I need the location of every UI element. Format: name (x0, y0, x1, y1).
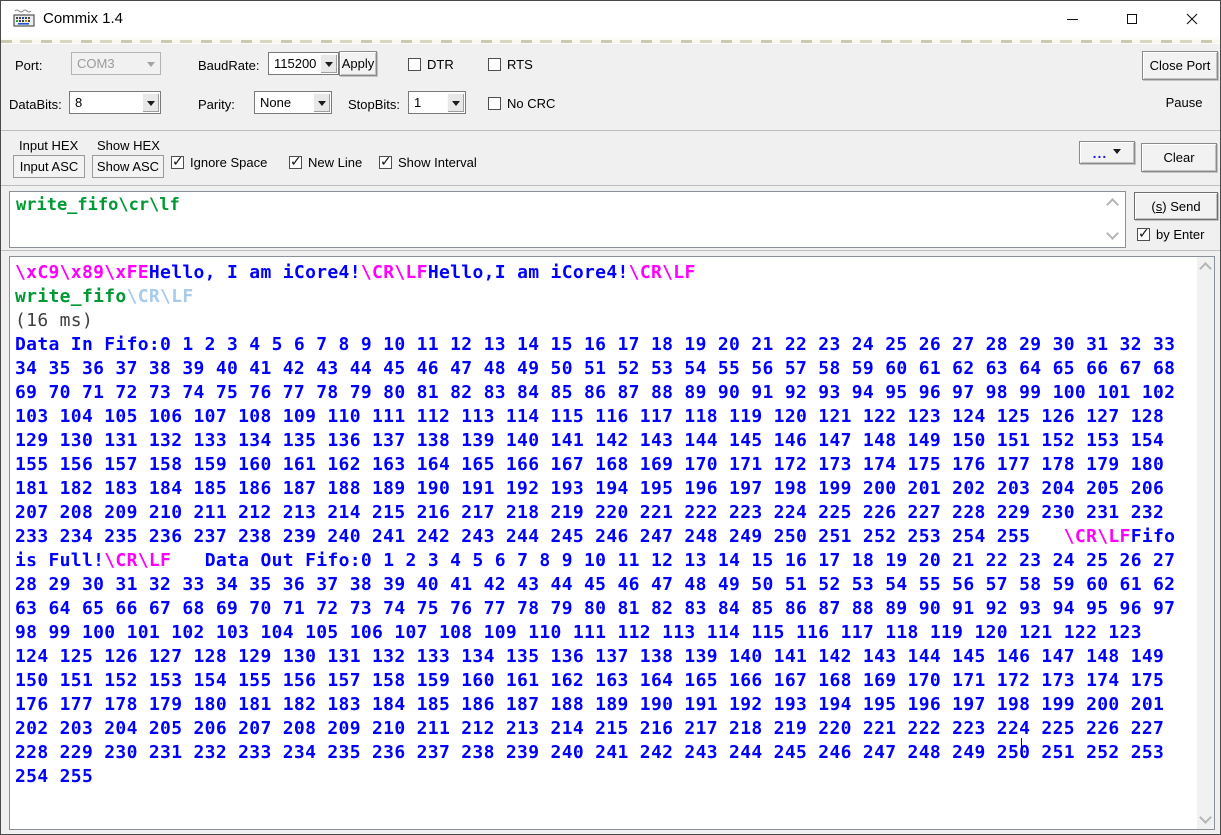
by-enter-label: by Enter (1156, 227, 1204, 242)
show-hex-toggle[interactable]: Show HEX (97, 137, 160, 154)
display-options-toolbar: Input HEX Input ASC Show HEX Show ASC Ig… (1, 132, 1220, 186)
minimize-icon (1067, 19, 1078, 20)
rts-checkbox-box[interactable] (488, 58, 501, 71)
send-input-text: write_fifo\cr\lf (16, 195, 180, 215)
rts-checkbox[interactable]: RTS (488, 57, 533, 72)
close-button[interactable] (1163, 1, 1221, 37)
port-settings-panel: Port: COM3 BaudRate: 115200 Apply DTR RT… (1, 44, 1220, 131)
send-button-label-post: ) Send (1162, 199, 1200, 214)
show-interval-label: Show Interval (398, 155, 477, 170)
scroll-down-icon[interactable] (1199, 811, 1212, 824)
scroll-up-icon[interactable] (1199, 262, 1212, 275)
parity-select[interactable]: None (254, 91, 332, 114)
pause-button[interactable]: Pause (1151, 91, 1217, 113)
dtr-checkbox-box[interactable] (408, 58, 421, 71)
apply-button[interactable]: Apply (339, 51, 377, 76)
show-asc-toggle[interactable]: Show ASC (92, 155, 164, 178)
output-scrollbar[interactable] (1197, 257, 1214, 829)
show-interval-checkbox[interactable]: Show Interval (379, 155, 477, 170)
ignore-space-checkbox-box[interactable] (171, 156, 184, 169)
output-panel: \xC9\x89\xFEHello, I am iCore4!\CR\LFHel… (1, 252, 1220, 835)
more-dropdown-icon (1113, 149, 1121, 158)
baudrate-label: BaudRate: (198, 58, 259, 73)
databits-select[interactable]: 8 (69, 91, 161, 114)
by-enter-checkbox[interactable]: by Enter (1137, 227, 1204, 242)
stopbits-dropdown-icon[interactable] (447, 93, 464, 112)
ignore-space-label: Ignore Space (190, 155, 267, 170)
new-line-checkbox[interactable]: New Line (289, 155, 362, 170)
text-caret (1021, 738, 1022, 757)
clipped-toolbar-strip (1, 37, 1220, 44)
port-select[interactable]: COM3 (71, 52, 161, 75)
send-button[interactable]: (s) Send (1134, 192, 1218, 220)
port-value: COM3 (77, 53, 115, 74)
ellipsis-icon: ... (1093, 148, 1108, 158)
dtr-label: DTR (427, 57, 454, 72)
close-icon (1186, 13, 1198, 25)
no-crc-checkbox-box[interactable] (488, 97, 501, 110)
databits-dropdown-icon[interactable] (142, 93, 159, 112)
new-line-checkbox-box[interactable] (289, 156, 302, 169)
stopbits-label: StopBits: (348, 97, 400, 112)
minimize-button[interactable] (1043, 1, 1101, 37)
input-scroll-up-icon[interactable] (1106, 198, 1119, 211)
baudrate-value: 115200 (274, 53, 316, 74)
send-panel: write_fifo\cr\lf (s) Send by Enter (1, 187, 1220, 251)
databits-label: DataBits: (9, 97, 62, 112)
keyboard-app-icon (13, 9, 35, 28)
port-dropdown-icon[interactable] (142, 54, 159, 73)
maximize-button[interactable] (1103, 1, 1161, 37)
parity-value: None (260, 92, 291, 113)
input-asc-toggle[interactable]: Input ASC (13, 155, 85, 178)
baudrate-dropdown-icon[interactable] (320, 54, 337, 73)
send-input[interactable]: write_fifo\cr\lf (9, 191, 1126, 248)
commix-window: Commix 1.4 Port: COM3 BaudRate: 115200 A… (0, 0, 1221, 835)
baudrate-select[interactable]: 115200 (268, 52, 339, 75)
input-hex-toggle[interactable]: Input HEX (19, 137, 78, 154)
dtr-checkbox[interactable]: DTR (408, 57, 454, 72)
parity-dropdown-icon[interactable] (313, 93, 330, 112)
show-interval-checkbox-box[interactable] (379, 156, 392, 169)
no-crc-label: No CRC (507, 96, 555, 111)
clear-button[interactable]: Clear (1141, 143, 1217, 172)
close-port-button[interactable]: Close Port (1142, 51, 1218, 80)
port-label: Port: (15, 58, 42, 73)
titlebar: Commix 1.4 (1, 1, 1220, 37)
no-crc-checkbox[interactable]: No CRC (488, 96, 555, 111)
by-enter-checkbox-box[interactable] (1137, 228, 1150, 241)
rts-label: RTS (507, 57, 533, 72)
window-title: Commix 1.4 (43, 1, 123, 37)
stopbits-select[interactable]: 1 (408, 91, 466, 114)
databits-value: 8 (75, 92, 82, 113)
maximize-icon (1127, 14, 1137, 24)
more-options-button[interactable]: ... (1079, 141, 1135, 164)
output-text: \xC9\x89\xFEHello, I am iCore4!\CR\LFHel… (15, 261, 1177, 789)
output-area[interactable]: \xC9\x89\xFEHello, I am iCore4!\CR\LFHel… (9, 256, 1215, 830)
stopbits-value: 1 (414, 92, 421, 113)
new-line-label: New Line (308, 155, 362, 170)
input-scroll-down-icon[interactable] (1106, 227, 1119, 240)
ignore-space-checkbox[interactable]: Ignore Space (171, 155, 267, 170)
parity-label: Parity: (198, 97, 235, 112)
